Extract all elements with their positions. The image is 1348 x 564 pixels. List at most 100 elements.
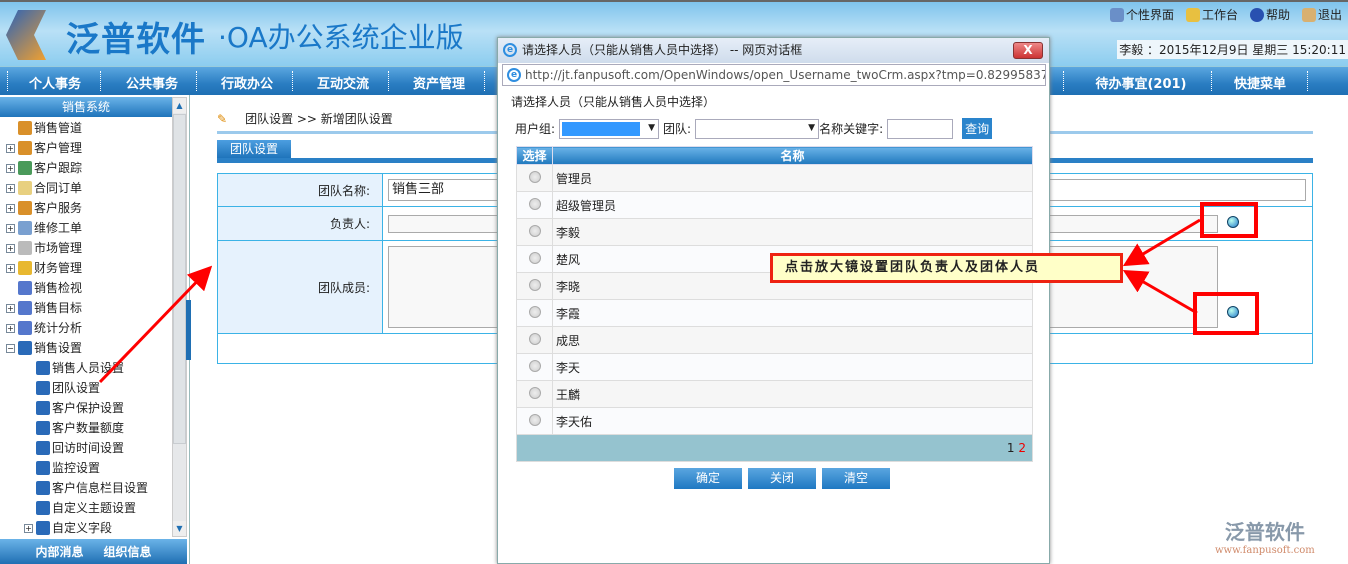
sidebar-item-label: 回访时间设置 [52,441,125,455]
sidebar-item[interactable]: + 维修工单 [6,218,82,238]
expand-icon[interactable]: + [24,523,33,533]
collapse-icon[interactable]: − [6,343,15,353]
sidebar-item[interactable]: +销售检视 [6,278,82,298]
tab-team-settings[interactable]: 团队设置 [217,140,291,158]
expand-icon[interactable]: + [6,183,15,193]
sidebar-item[interactable]: +监控设置 [24,458,100,478]
sidebar-item[interactable]: +自定义主题设置 [24,498,136,518]
table-row[interactable]: 李霞 [516,299,1033,327]
select-radio[interactable] [528,170,541,183]
sidebar-item[interactable]: + 客户服务 [6,198,82,218]
table-row[interactable]: 管理员 [516,164,1033,192]
nav-public[interactable]: 公共事务 [97,73,207,92]
table-row[interactable]: 王麟 [516,380,1033,408]
keyword-input[interactable] [887,118,954,139]
sidebar-item[interactable]: +客户数量额度 [24,418,124,438]
dialog-subtitle: 请选择人员（只能从销售人员中选择） [511,95,716,109]
sidebar-item[interactable]: + 财务管理 [6,258,82,278]
nav-interaction[interactable]: 互动交流 [288,73,398,92]
sidebar-item-label: 自定义字段 [52,521,113,535]
nav-todo[interactable]: 待办事宜(201) [1081,73,1201,92]
team-select[interactable]: ▼ [695,118,820,139]
address-bar[interactable]: e http://jt.fanpusoft.com/OpenWindows/ope… [502,64,1046,86]
tree-node-icon [18,301,32,315]
sidebar-item-label: 客户数量额度 [52,421,125,435]
link-help[interactable]: 帮助 [1249,6,1290,23]
sidebar-item[interactable]: − 销售设置 [6,338,82,358]
sidebar-item-label: 自定义主题设置 [52,501,137,515]
nav-shortcuts[interactable]: 快捷菜单 [1205,73,1315,92]
expand-icon[interactable]: + [6,263,15,273]
table-row[interactable]: 李毅 [516,218,1033,246]
sidebar-item[interactable]: +销售管道 [6,118,82,138]
sidebar-item[interactable]: +团队设置 [24,378,100,398]
user-group-select[interactable]: ▼ [559,118,660,139]
select-radio[interactable] [528,197,541,210]
sidebar-item[interactable]: +客户保护设置 [24,398,124,418]
sidebar-item[interactable]: +客户信息栏目设置 [24,478,148,498]
internal-messages-tab[interactable]: 内部消息 [35,543,83,560]
sidebar-item[interactable]: + 统计分析 [6,318,82,338]
select-radio[interactable] [528,413,541,426]
select-radio[interactable] [528,359,541,372]
expand-icon[interactable]: + [6,203,15,213]
sidebar-item[interactable]: +销售人员设置 [24,358,124,378]
tree-node-icon [36,461,50,475]
scroll-up-icon[interactable]: ▲ [173,98,186,113]
tree-node-icon [36,501,50,515]
select-radio[interactable] [528,305,541,318]
page-2[interactable]: 2 [1018,441,1026,455]
ie-icon: e [503,43,517,57]
scroll-thumb[interactable] [173,114,186,444]
select-radio[interactable] [528,251,541,264]
table-row[interactable]: 李天佑 [516,407,1033,435]
table-row[interactable]: 成思 [516,326,1033,354]
close-button[interactable]: 关闭 [748,468,816,489]
select-radio[interactable] [528,278,541,291]
org-info-tab[interactable]: 组织信息 [104,543,152,560]
expand-icon[interactable]: + [6,143,15,153]
clear-button[interactable]: 清空 [822,468,890,489]
expand-icon[interactable]: + [6,323,15,333]
link-label: 帮助 [1265,8,1290,22]
confirm-button[interactable]: 确定 [674,468,742,489]
expand-icon[interactable]: + [6,303,15,313]
sidebar-item[interactable]: + 客户管理 [6,138,82,158]
monitor-icon [1109,7,1124,22]
scroll-down-icon[interactable]: ▼ [173,521,186,536]
link-personal-ui[interactable]: 个性界面 [1109,6,1174,23]
user-datetime: 李毅 ：2015年12月9日 星期三 15:20:11 [1117,40,1348,59]
link-workbench[interactable]: 工作台 [1185,6,1238,23]
sidebar-item[interactable]: + 市场管理 [6,238,82,258]
sidebar-collapse-handle[interactable] [186,300,191,360]
select-radio[interactable] [528,332,541,345]
expand-icon[interactable]: + [6,163,15,173]
sidebar-item[interactable]: + 客户跟踪 [6,158,82,178]
nav-assets[interactable]: 资产管理 [384,73,494,92]
sidebar-item-label: 团队设置 [52,381,101,395]
dialog-close-button[interactable]: X [1013,42,1043,59]
expand-icon[interactable]: + [6,223,15,233]
link-logout[interactable]: 退出 [1301,6,1342,23]
sidebar-item[interactable]: + 自定义字段 [24,518,112,538]
sidebar-item-label: 监控设置 [52,461,101,475]
sidebar-item[interactable]: + 合同订单 [6,178,82,198]
col-name: 名称 [552,146,1033,165]
expand-icon[interactable]: + [6,243,15,253]
chevron-down-icon: ▼ [648,122,656,133]
tree-node-icon [36,521,50,535]
search-button[interactable]: 查询 [962,118,993,139]
sidebar-item[interactable]: +回访时间设置 [24,438,124,458]
select-radio[interactable] [528,386,541,399]
table-row[interactable]: 超级管理员 [516,191,1033,219]
sidebar-scrollbar[interactable]: ▲ ▼ [172,97,187,537]
tree-node-icon [36,381,50,395]
people-table: 选择 名称 管理员 超级管理员 李毅 楚风 李晓 李霞 成思 李天 王麟 李天佑 1 2 [516,146,1033,462]
nav-admin[interactable]: 行政办公 [192,73,302,92]
page-1[interactable]: 1 [1007,441,1015,455]
nav-personal[interactable]: 个人事务 [0,73,110,92]
sidebar-item[interactable]: + 销售目标 [6,298,82,318]
select-radio[interactable] [528,224,541,237]
table-row[interactable]: 李天 [516,353,1033,381]
person-name: 李霞 [552,299,1033,327]
